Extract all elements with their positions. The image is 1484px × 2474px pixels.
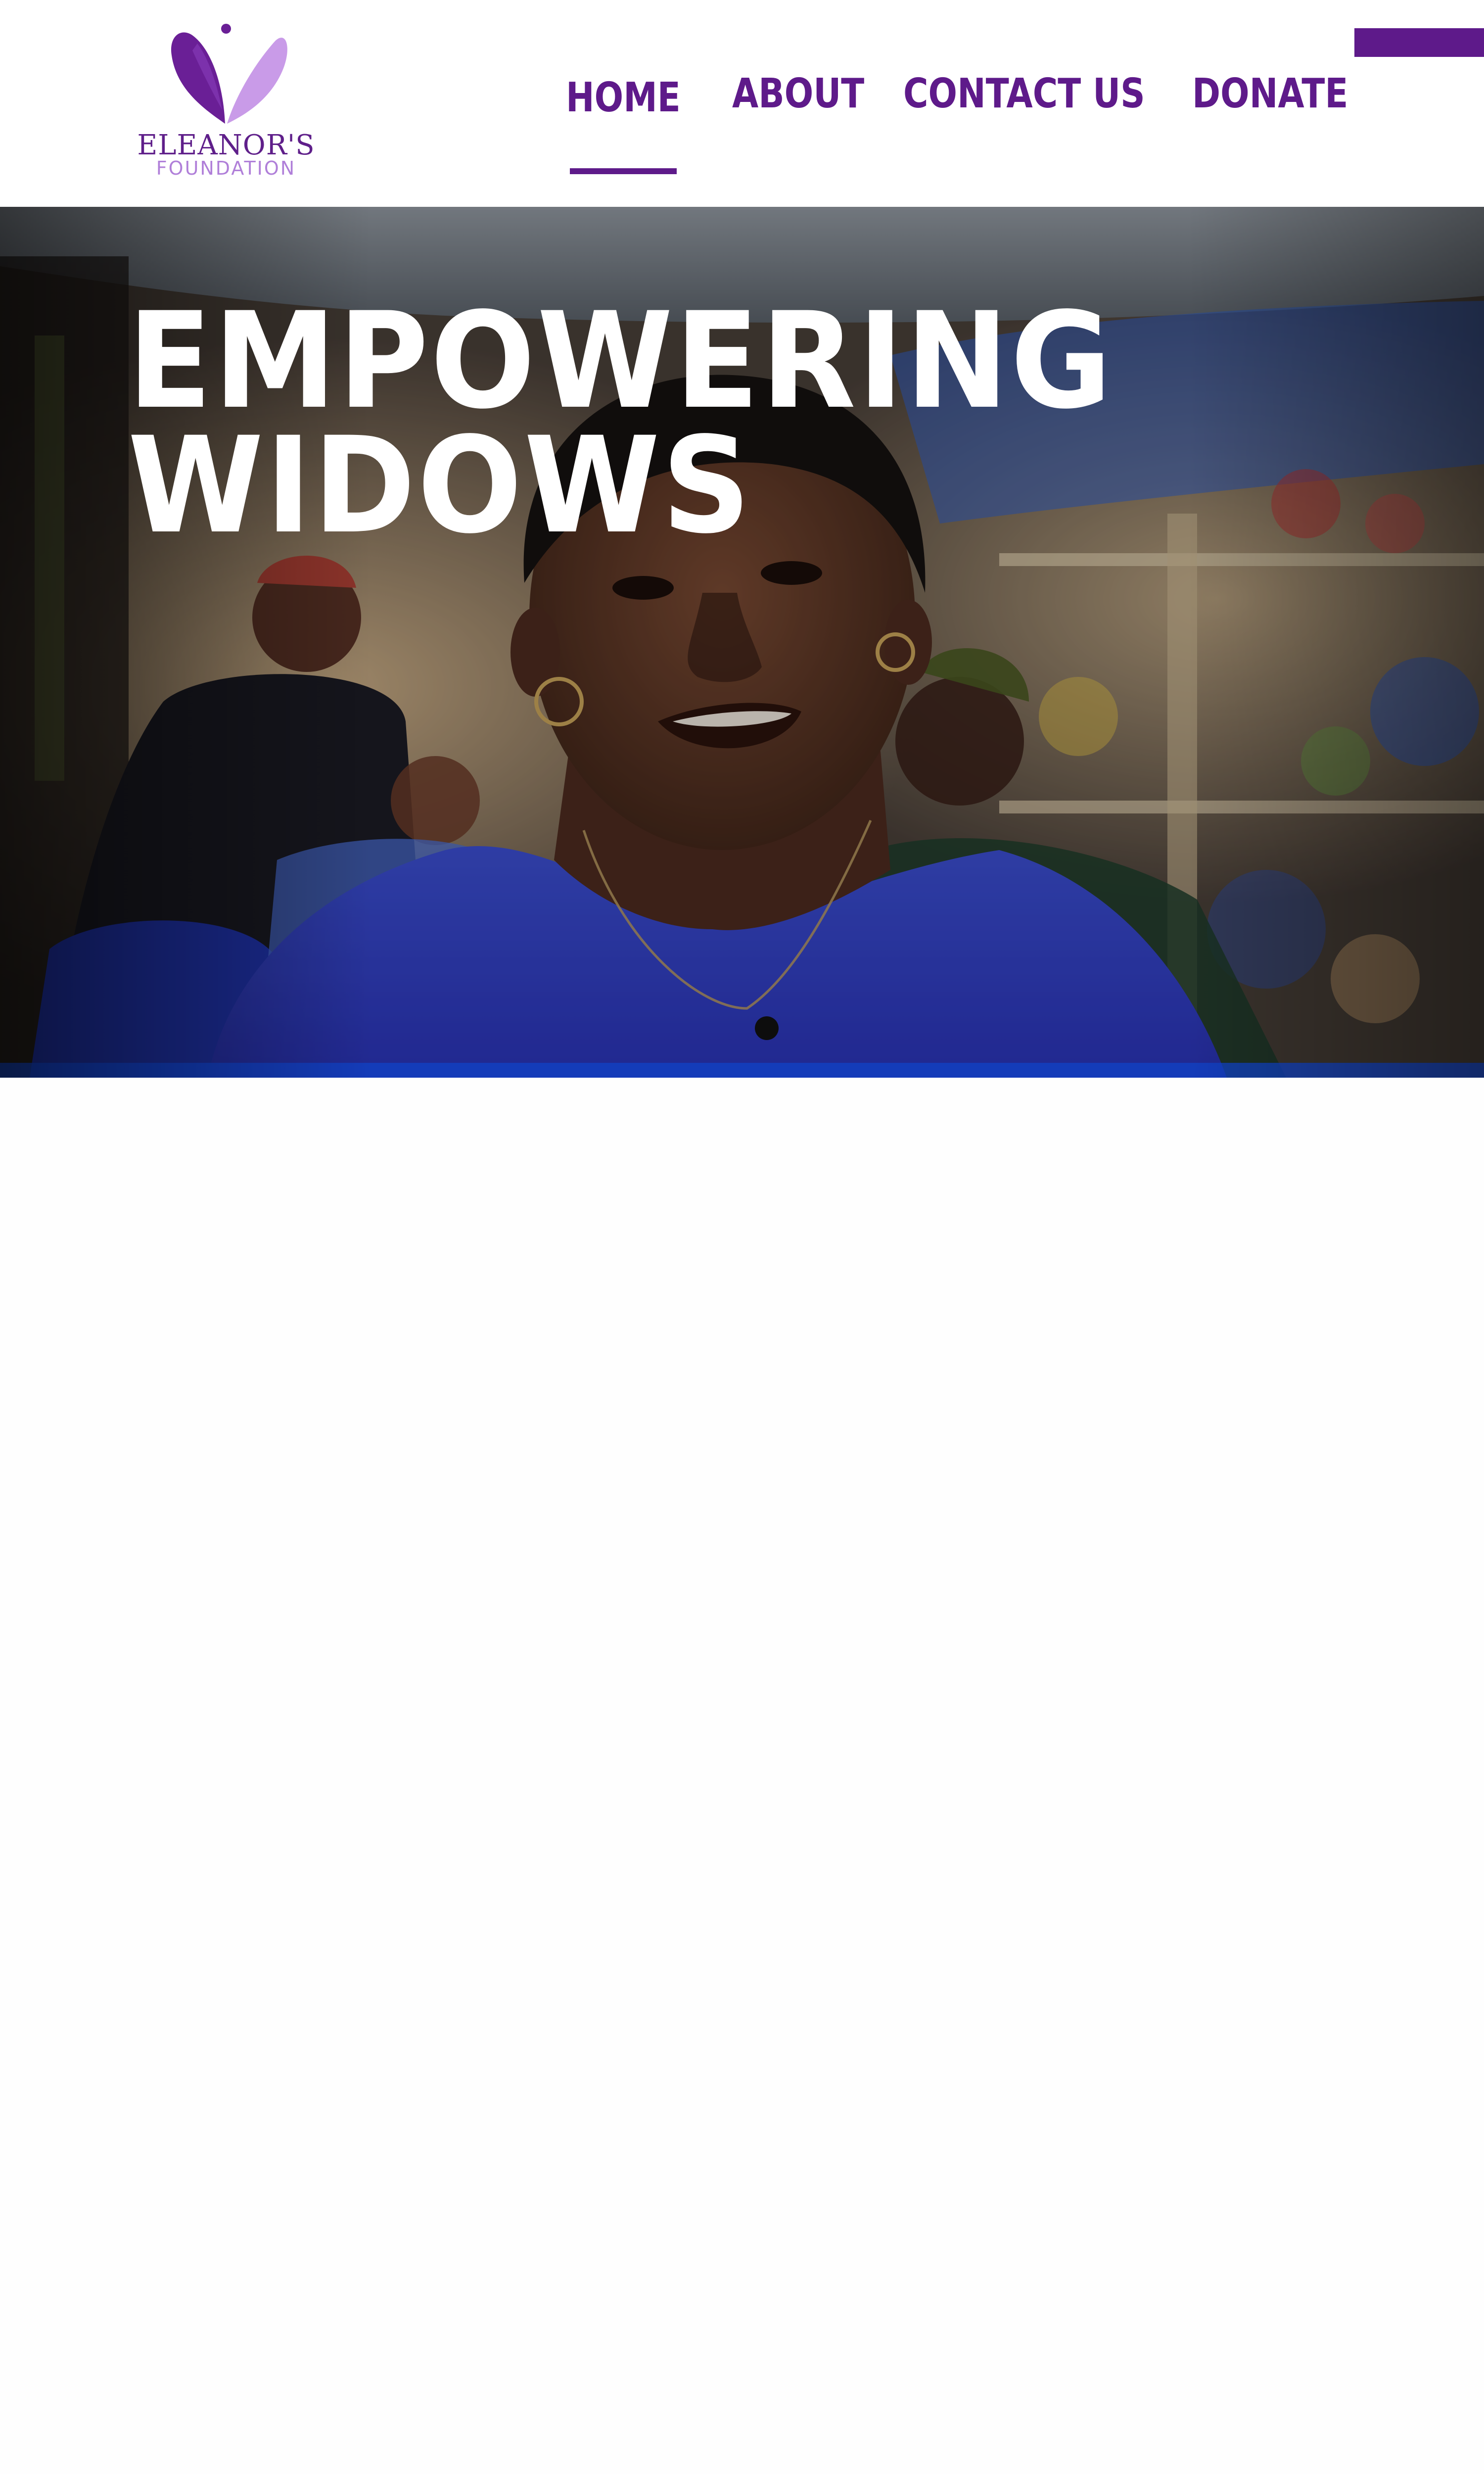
hero-title-line-2: WIDOWS [128,409,753,563]
site-logo[interactable]: ELEANOR'S FOUNDATION [130,21,323,179]
logo-subtitle: FOUNDATION [156,157,296,179]
nav-about[interactable]: ABOUT [732,69,864,119]
corner-accent-bar [1354,28,1484,57]
nav-home[interactable]: HOME [566,73,681,123]
nav-donate[interactable]: DONATE [1192,69,1348,119]
content-area [0,1078,1484,2474]
nav-contact-us[interactable]: CONTACT US [903,69,1145,119]
page: ELEANOR'S FOUNDATION HOME ABOUT CONTACT … [0,0,1484,2474]
active-nav-indicator [570,168,677,174]
logo-name: ELEANOR'S [137,129,315,161]
site-header: ELEANOR'S FOUNDATION HOME ABOUT CONTACT … [0,0,1484,207]
hero-section: EMPOWERING WIDOWS [0,207,1484,1078]
heart-leaves-icon [171,24,287,124]
hero-title-line-1: EMPOWERING [128,284,1114,438]
hero-title: EMPOWERING WIDOWS [128,284,1140,563]
